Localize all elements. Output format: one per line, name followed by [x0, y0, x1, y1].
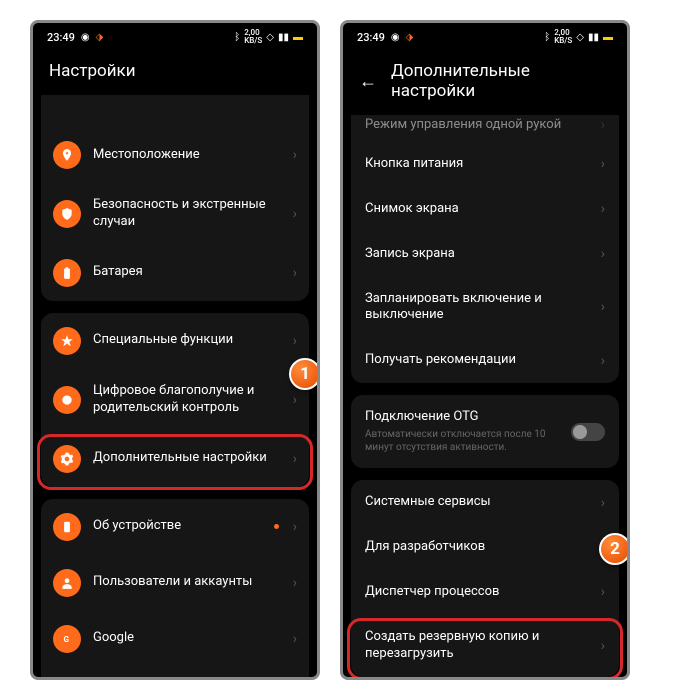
- battery-icon: ▬: [293, 32, 303, 43]
- list-item-backup[interactable]: Создать резервную копию и перезагрузить …: [351, 615, 619, 677]
- section-group-r3: Системные сервисы › Для разработчиков › …: [351, 480, 619, 676]
- bluetooth-icon: ᛒ: [544, 32, 550, 43]
- section-group-r2: Подключение OTG Автоматически отключаетс…: [351, 395, 619, 468]
- notification-dot: [274, 524, 279, 529]
- section-group-r1: Режим управления одной рукой › Кнопка пи…: [351, 115, 619, 383]
- chevron-right-icon: ›: [601, 638, 605, 654]
- battery-icon: [53, 259, 81, 287]
- chevron-right-icon: ›: [293, 451, 297, 467]
- section-group-3: Об устройстве › Пользователи и аккаунты …: [41, 499, 309, 679]
- whatsapp-icon: ◉: [81, 32, 90, 43]
- shield-icon: [53, 200, 81, 228]
- list-item-power[interactable]: Кнопка питания ›: [351, 142, 619, 187]
- chevron-right-icon: ›: [293, 392, 297, 408]
- wellbeing-icon: [53, 386, 81, 414]
- list-item-lab[interactable]: Лаборатория realme ›: [41, 667, 309, 679]
- signal-icon: ▮▮: [588, 32, 599, 43]
- gear-icon: [53, 445, 81, 473]
- list-item-battery[interactable]: Батарея ›: [41, 245, 309, 301]
- list-item-security[interactable]: Безопасность и экстренные случаи ›: [41, 183, 309, 245]
- chevron-right-icon: ›: [293, 631, 297, 647]
- chevron-right-icon: ›: [601, 353, 605, 369]
- bluetooth-icon: ᛒ: [234, 32, 240, 43]
- device-icon: [53, 513, 81, 541]
- status-time: 23:49: [47, 31, 75, 44]
- step-badge-1: 1: [289, 358, 320, 390]
- list-item-about[interactable]: Об устройстве ›: [41, 499, 309, 555]
- chevron-right-icon: ›: [601, 495, 605, 511]
- status-time: 23:49: [357, 31, 385, 44]
- list-item-schedule[interactable]: Запланировать включение и выключение ›: [351, 277, 619, 339]
- list-item-screenshot[interactable]: Снимок экрана ›: [351, 187, 619, 232]
- list-item-procmgr[interactable]: Диспетчер процессов ›: [351, 570, 619, 615]
- list-item-additional[interactable]: Дополнительные настройки ›: [41, 431, 309, 487]
- list-item-recommend[interactable]: Получать рекомендации ›: [351, 338, 619, 383]
- ribbon-icon: ⬗: [96, 32, 104, 43]
- list-item-screenrec[interactable]: Запись экрана ›: [351, 232, 619, 277]
- list-item-users[interactable]: Пользователи и аккаунты ›: [41, 555, 309, 611]
- status-bar: 23:49 ◉ ⬗ ᛒ 2,00KB/S ◇ ▮▮ ▬: [33, 23, 317, 51]
- chevron-right-icon: ›: [293, 206, 297, 222]
- page-title: Настройки: [33, 51, 317, 95]
- star-icon: [53, 327, 81, 355]
- list-item-otg[interactable]: Подключение OTG Автоматически отключаетс…: [351, 395, 619, 468]
- header: ← Дополнительные настройки: [343, 51, 627, 115]
- page-title: Дополнительные настройки: [391, 61, 611, 101]
- list-item-wellbeing[interactable]: Цифровое благополучие и родительский кон…: [41, 369, 309, 431]
- svg-text:G: G: [64, 633, 70, 643]
- status-bar: 23:49 ◉ ⬗ ᛒ 2,00KB/S ◇ ▮▮ ▬: [343, 23, 627, 51]
- ribbon-icon: ⬗: [406, 32, 414, 43]
- phone-left: 23:49 ◉ ⬗ ᛒ 2,00KB/S ◇ ▮▮ ▬ Настройки › …: [30, 20, 320, 680]
- section-group-1: › Местоположение › Безопасность и экстре…: [41, 95, 309, 301]
- chevron-right-icon: ›: [293, 265, 297, 281]
- list-item-special[interactable]: Специальные функции ›: [41, 313, 309, 369]
- chevron-right-icon: ›: [601, 584, 605, 600]
- chevron-right-icon: ›: [293, 519, 297, 535]
- chevron-right-icon: ›: [601, 117, 605, 133]
- list-item-system[interactable]: Системные сервисы ›: [351, 480, 619, 525]
- whatsapp-icon: ◉: [391, 32, 400, 43]
- battery-icon: ▬: [603, 32, 613, 43]
- list-item[interactable]: ›: [41, 95, 309, 127]
- list-item-dev[interactable]: Для разработчиков ›: [351, 525, 619, 570]
- google-icon: G: [53, 625, 81, 653]
- list-item-google[interactable]: G Google ›: [41, 611, 309, 667]
- otg-toggle[interactable]: [571, 423, 605, 441]
- wifi-icon: ◇: [576, 32, 584, 43]
- phone-right: 23:49 ◉ ⬗ ᛒ 2,00KB/S ◇ ▮▮ ▬ ← Дополнител…: [340, 20, 630, 680]
- step-badge-2: 2: [599, 533, 630, 565]
- chevron-right-icon: ›: [601, 299, 605, 315]
- signal-icon: ▮▮: [278, 32, 289, 43]
- back-icon[interactable]: ←: [359, 71, 377, 92]
- chevron-right-icon: ›: [293, 333, 297, 349]
- chevron-right-icon: ›: [601, 246, 605, 262]
- list-item[interactable]: Режим управления одной рукой ›: [351, 115, 619, 142]
- location-icon: [53, 141, 81, 169]
- user-icon: [53, 569, 81, 597]
- section-group-2: Специальные функции › Цифровое благополу…: [41, 313, 309, 487]
- list-item-location[interactable]: Местоположение ›: [41, 127, 309, 183]
- wifi-icon: ◇: [266, 32, 274, 43]
- chevron-right-icon: ›: [293, 147, 297, 163]
- chevron-right-icon: ›: [601, 156, 605, 172]
- chevron-right-icon: ›: [293, 575, 297, 591]
- chevron-right-icon: ›: [601, 201, 605, 217]
